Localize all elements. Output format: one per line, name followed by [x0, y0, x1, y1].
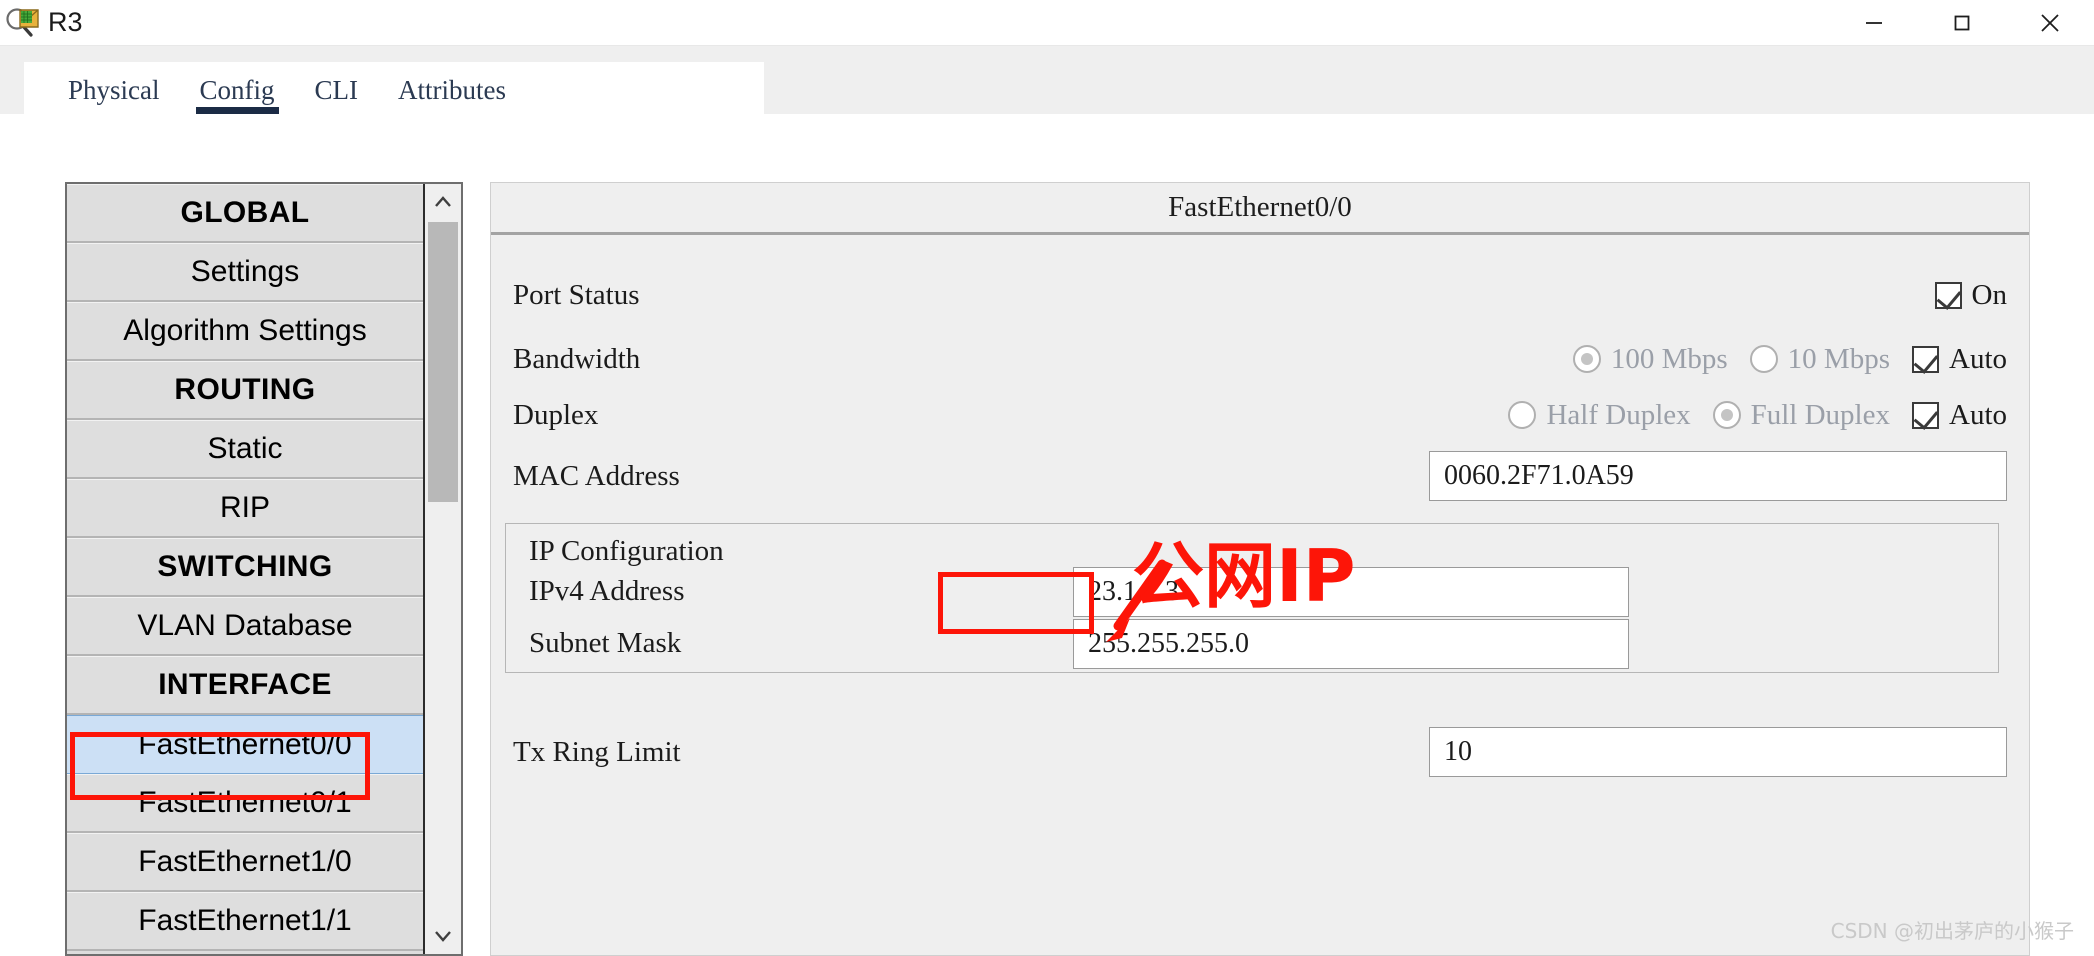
- sidebar-item-static[interactable]: Static: [67, 420, 423, 479]
- tab-config[interactable]: Config: [180, 75, 295, 114]
- ipv4-address-input[interactable]: 23.1.1.3: [1073, 567, 1629, 617]
- bandwidth-label: Bandwidth: [513, 342, 641, 375]
- sidebar-label: FastEthernet0/0: [138, 727, 352, 761]
- duplex-full-label: Full Duplex: [1750, 398, 1890, 431]
- router-magnifier-icon: [6, 6, 44, 40]
- sidebar-label: FastEthernet1/1: [138, 904, 352, 937]
- minimize-button[interactable]: [1830, 0, 1918, 46]
- tab-underline-active: [195, 107, 279, 114]
- sidebar-label: FastEthernet1/0: [138, 845, 352, 878]
- scroll-up-arrow-icon[interactable]: [425, 184, 461, 220]
- sidebar-label: FastEthernet0/1: [138, 786, 352, 819]
- row-mac-address: MAC Address 0060.2F71.0A59: [491, 443, 2029, 509]
- row-port-status: Port Status On: [491, 259, 2029, 331]
- duplex-label: Duplex: [513, 398, 599, 431]
- tx-ring-limit-label: Tx Ring Limit: [513, 735, 681, 768]
- bandwidth-100mbps-label: 100 Mbps: [1610, 342, 1728, 375]
- scroll-down-arrow-icon[interactable]: [425, 918, 461, 954]
- ip-configuration-title: IP Configuration: [529, 535, 724, 567]
- panel-title: FastEthernet0/0: [491, 183, 2029, 235]
- sidebar-item-rip[interactable]: RIP: [67, 479, 423, 538]
- sidebar-scrollbar[interactable]: [425, 184, 461, 954]
- tx-ring-limit-control: 10: [1429, 727, 2007, 777]
- ip-configuration-group: IP Configuration IPv4 Address 23.1.1.3 S…: [505, 523, 1999, 673]
- sidebar-label: RIP: [219, 491, 270, 524]
- close-button[interactable]: [2006, 0, 2094, 46]
- csdn-watermark: CSDN @初出茅庐的小猴子: [1830, 919, 2074, 943]
- tab-attributes-label: Attributes: [398, 75, 507, 105]
- bandwidth-10mbps-radio[interactable]: [1749, 345, 1778, 373]
- row-duplex: Duplex Half Duplex Full Duplex Auto: [491, 387, 2029, 443]
- duplex-auto-checkbox[interactable]: [1912, 401, 1939, 429]
- sidebar-item-settings[interactable]: Settings: [67, 243, 423, 302]
- mac-address-input[interactable]: 0060.2F71.0A59: [1429, 451, 2007, 501]
- maximize-button[interactable]: [1918, 0, 2006, 46]
- sidebar-label: Static: [207, 432, 283, 465]
- tab-cli[interactable]: CLI: [295, 75, 379, 114]
- mac-address-control: 0060.2F71.0A59: [1429, 451, 2007, 501]
- tab-physical-label: Physical: [68, 75, 160, 105]
- sidebar-section-interface[interactable]: INTERFACE: [67, 656, 423, 715]
- sidebar-label: VLAN Database: [137, 609, 353, 642]
- config-rows: Port Status On Bandwidth 100 Mbps 10 Mbp…: [491, 259, 2029, 785]
- bandwidth-10mbps-label: 10 Mbps: [1787, 342, 1890, 375]
- bandwidth-100mbps-radio[interactable]: [1572, 345, 1601, 373]
- port-status-on-checkbox[interactable]: [1934, 281, 1962, 309]
- sidebar-section-routing[interactable]: ROUTING: [67, 361, 423, 420]
- window-controls: [1830, 0, 2094, 46]
- scrollbar-thumb[interactable]: [428, 222, 458, 502]
- sidebar-label: Settings: [190, 255, 300, 288]
- duplex-auto-label: Auto: [1949, 398, 2007, 431]
- window-titlebar: R3: [0, 0, 2094, 46]
- tab-cli-label: CLI: [314, 75, 359, 105]
- duplex-half-label: Half Duplex: [1546, 398, 1691, 431]
- port-status-label: Port Status: [513, 278, 640, 311]
- ipv4-address-label: IPv4 Address: [529, 575, 685, 607]
- sidebar-item-vlan-database[interactable]: VLAN Database: [67, 597, 423, 656]
- port-status-control: On: [1934, 278, 2007, 312]
- sidebar-item-fastethernet1-1[interactable]: FastEthernet1/1: [67, 892, 423, 951]
- port-status-on-label: On: [1971, 278, 2007, 311]
- sidebar-item-fastethernet0-0[interactable]: FastEthernet0/0: [67, 715, 423, 774]
- sidebar-label: GLOBAL: [180, 196, 310, 229]
- bandwidth-auto-label: Auto: [1949, 342, 2007, 375]
- tab-bar: Physical Config CLI Attributes: [24, 62, 764, 114]
- config-sidebar: GLOBAL Settings Algorithm Settings ROUTI…: [65, 182, 463, 956]
- window-title: R3: [48, 7, 83, 37]
- interface-config-panel: FastEthernet0/0 Port Status On Bandwidth…: [490, 182, 2030, 956]
- subnet-mask-input[interactable]: 255.255.255.0: [1073, 619, 1629, 669]
- tab-attributes[interactable]: Attributes: [378, 75, 526, 114]
- sidebar-item-list[interactable]: GLOBAL Settings Algorithm Settings ROUTI…: [67, 184, 425, 954]
- tx-ring-limit-input[interactable]: 10: [1429, 727, 2007, 777]
- row-tx-ring-limit: Tx Ring Limit 10: [491, 719, 2029, 785]
- tab-physical[interactable]: Physical: [48, 75, 180, 114]
- duplex-half-radio[interactable]: [1508, 401, 1537, 429]
- sidebar-item-algorithm-settings[interactable]: Algorithm Settings: [67, 302, 423, 361]
- row-bandwidth: Bandwidth 100 Mbps 10 Mbps Auto: [491, 331, 2029, 387]
- mac-address-label: MAC Address: [513, 459, 680, 492]
- sidebar-label: ROUTING: [174, 373, 316, 406]
- subnet-mask-label: Subnet Mask: [529, 627, 682, 659]
- tabs-background: Physical Config CLI Attributes: [0, 46, 2094, 114]
- duplex-full-radio[interactable]: [1712, 401, 1741, 429]
- duplex-control: Half Duplex Full Duplex Auto: [1508, 399, 2007, 432]
- bandwidth-control: 100 Mbps 10 Mbps Auto: [1572, 342, 2007, 376]
- sidebar-label: Algorithm Settings: [123, 314, 367, 347]
- tab-config-label: Config: [199, 75, 275, 105]
- sidebar-label: INTERFACE: [158, 668, 332, 701]
- sidebar-item-fastethernet1-0[interactable]: FastEthernet1/0: [67, 833, 423, 892]
- sidebar-item-fastethernet0-1[interactable]: FastEthernet0/1: [67, 774, 423, 833]
- bandwidth-auto-checkbox[interactable]: [1912, 345, 1939, 373]
- sidebar-section-switching[interactable]: SWITCHING: [67, 538, 423, 597]
- sidebar-label: SWITCHING: [157, 550, 333, 583]
- packet-tracer-device-window: R3 Physical Config CLI Attributes GLOBAL…: [0, 0, 2094, 956]
- sidebar-section-global[interactable]: GLOBAL: [67, 184, 423, 243]
